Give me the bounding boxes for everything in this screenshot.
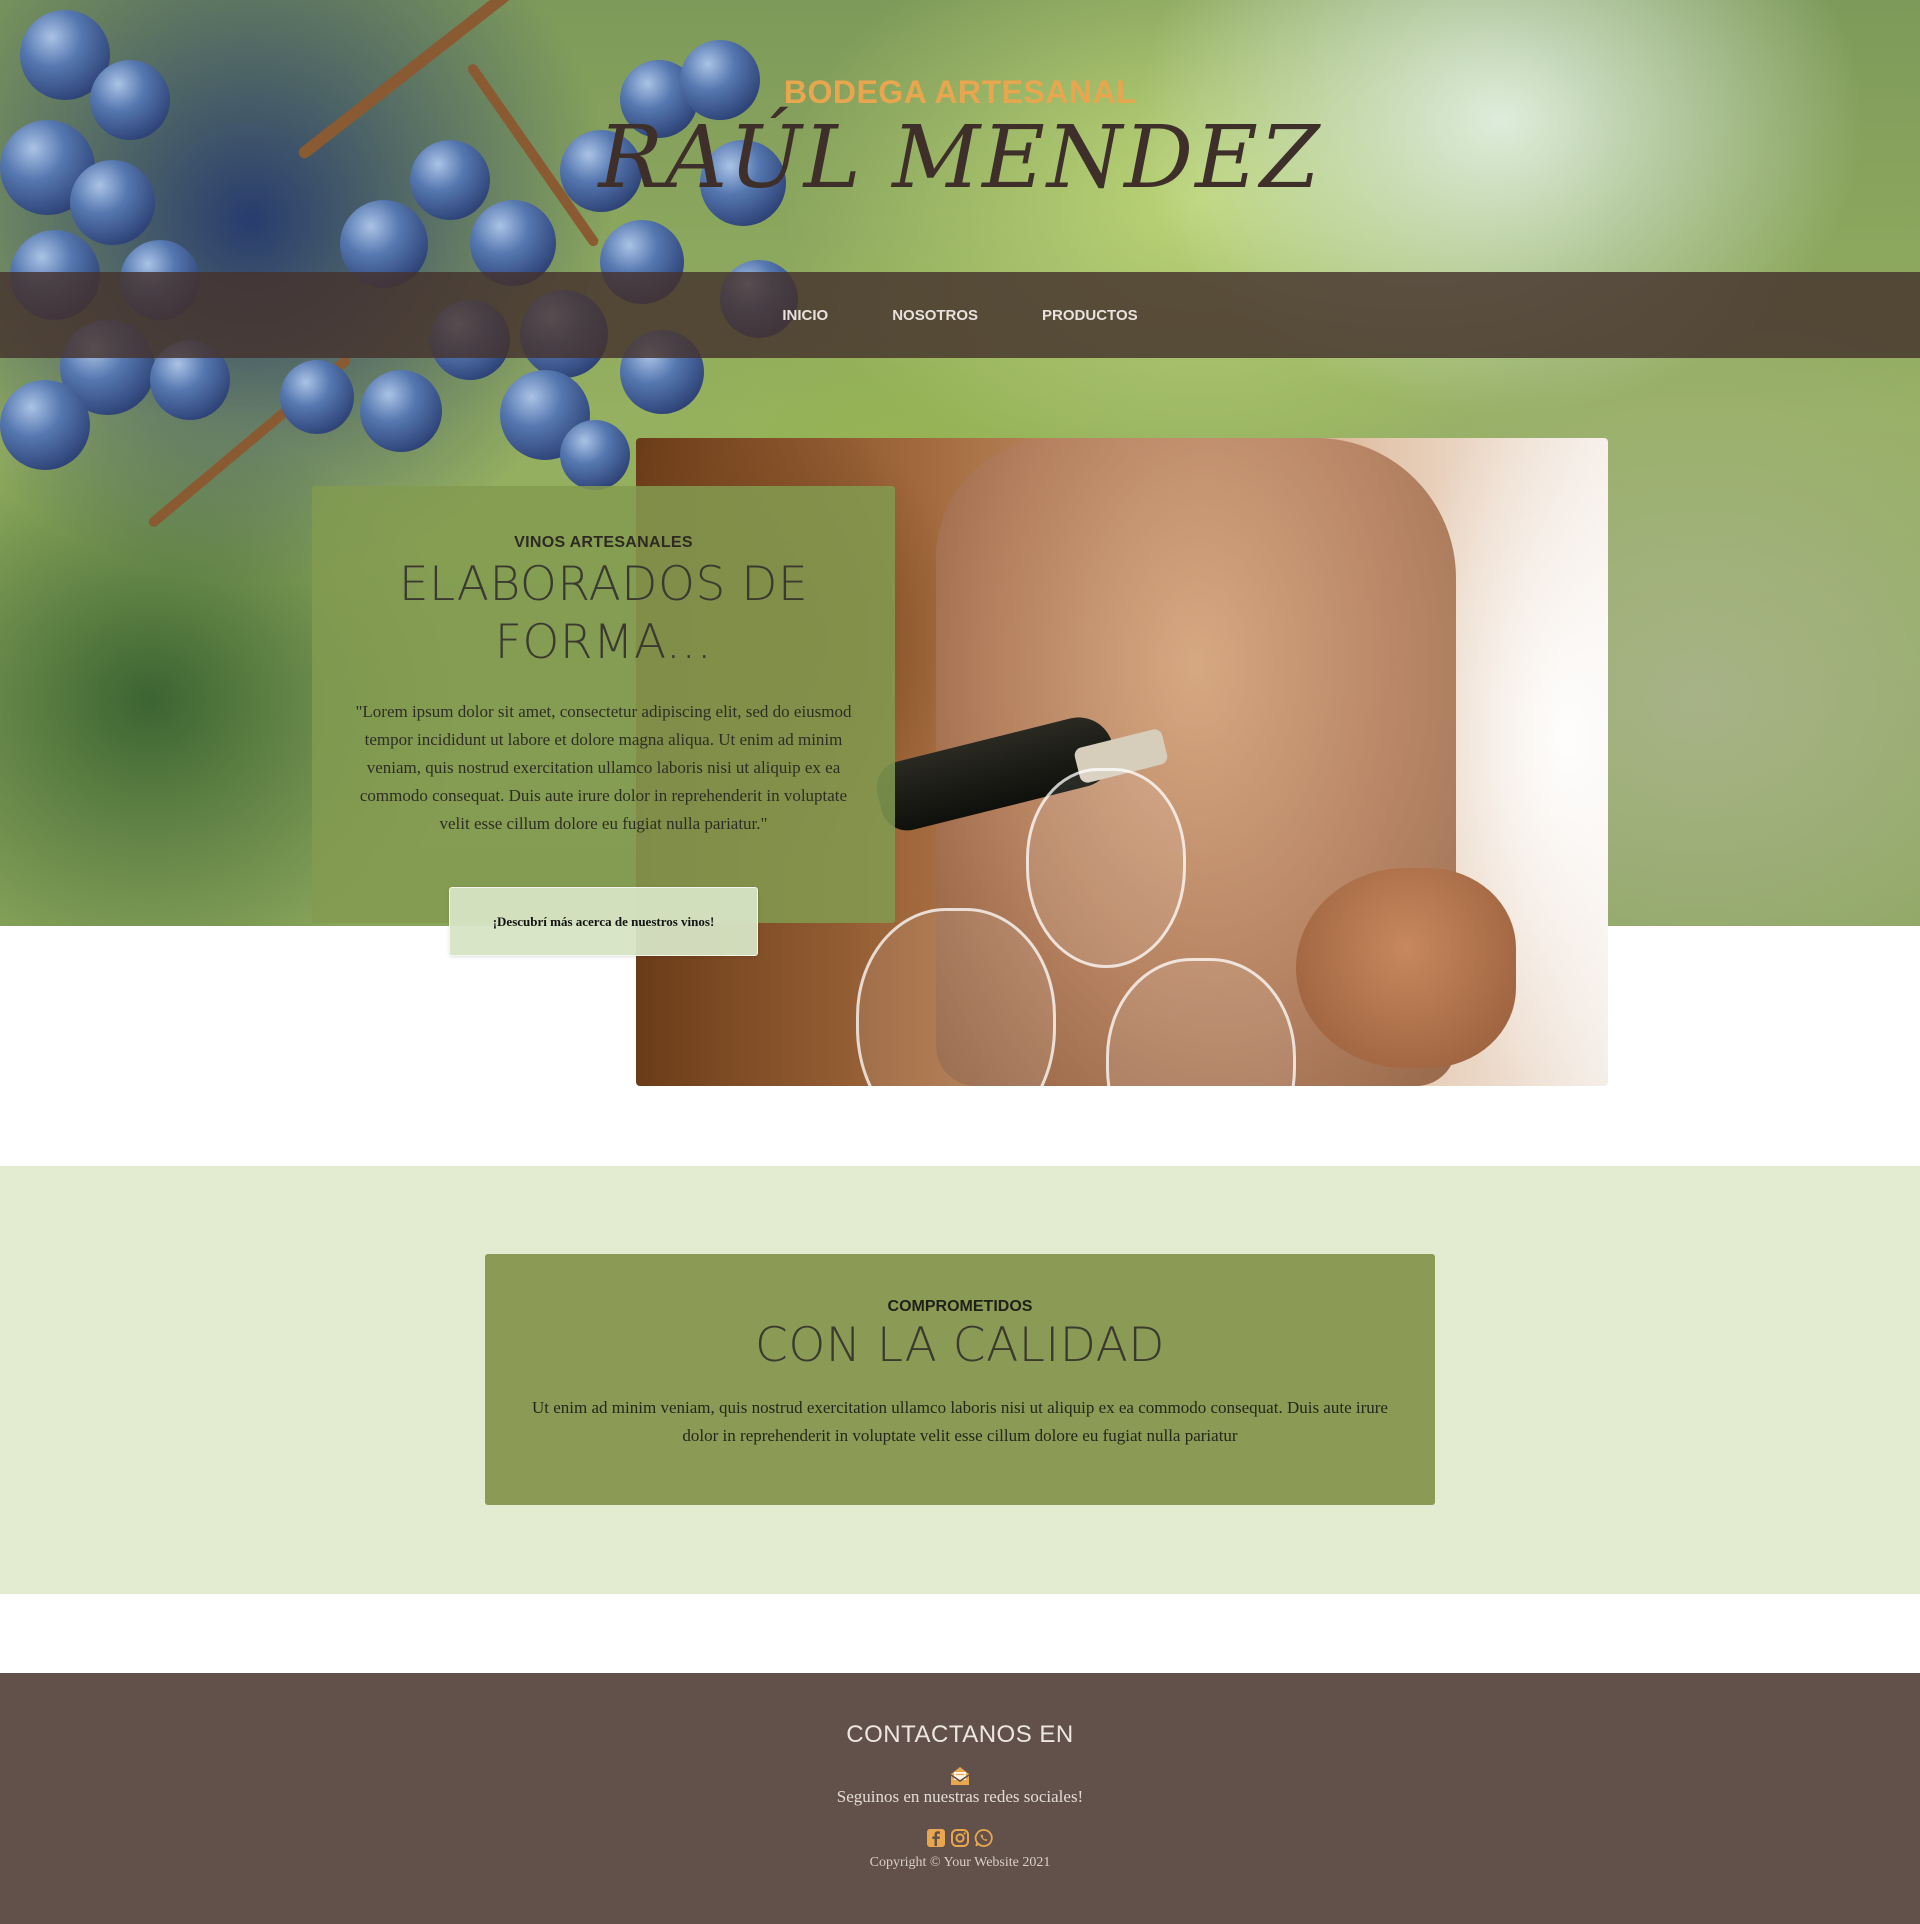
hero-paragraph: "Lorem ipsum dolor sit amet, consectetur…	[355, 702, 852, 833]
nav-item-productos[interactable]: PRODUCTOS	[1010, 307, 1170, 324]
copyright-text: Copyright © Your Website 2021	[869, 1855, 1051, 1870]
facebook-icon[interactable]	[926, 1828, 946, 1848]
social-follow-text: Seguinos en nuestras redes sociales!	[836, 1787, 1084, 1806]
hero-heading-line2: FORMA...	[494, 615, 713, 670]
mail-icon[interactable]	[948, 1765, 972, 1787]
social-links	[0, 1828, 1920, 1848]
quality-eyebrow: COMPROMETIDOS	[887, 1298, 1033, 1315]
brand-subtitle: BODEGA ARTESANAL	[783, 74, 1137, 110]
nav-item-nosotros[interactable]: NOSOTROS	[860, 307, 1010, 324]
whatsapp-icon[interactable]	[974, 1828, 994, 1848]
footer: CONTACTANOS EN Seguinos en nuestras rede…	[0, 1673, 1920, 1924]
main-navbar: INICIO NOSOTROS PRODUCTOS	[0, 272, 1920, 358]
brand-name: RAÚL MENDEZ	[598, 108, 1322, 208]
quality-paragraph: Ut enim ad minim veniam, quis nostrud ex…	[532, 1398, 1388, 1445]
discover-wines-button[interactable]: ¡Descubrí más acerca de nuestros vinos!	[449, 887, 758, 956]
quality-card: COMPROMETIDOS CON LA CALIDAD Ut enim ad …	[485, 1254, 1435, 1505]
quality-heading: CON LA CALIDAD	[755, 1318, 1165, 1373]
nav-item-inicio[interactable]: INICIO	[750, 307, 860, 324]
contact-title: CONTACTANOS EN	[846, 1721, 1074, 1748]
hero-heading-line1: ELABORADOS DE	[398, 557, 809, 612]
hero-text-card: VINOS ARTESANALES ELABORADOS DE FORMA...…	[312, 486, 895, 923]
instagram-icon[interactable]	[950, 1828, 970, 1848]
hero-heading: ELABORADOS DE FORMA...	[312, 556, 895, 672]
hero-eyebrow: VINOS ARTESANALES	[514, 534, 693, 551]
quality-section: COMPROMETIDOS CON LA CALIDAD Ut enim ad …	[0, 1166, 1920, 1594]
